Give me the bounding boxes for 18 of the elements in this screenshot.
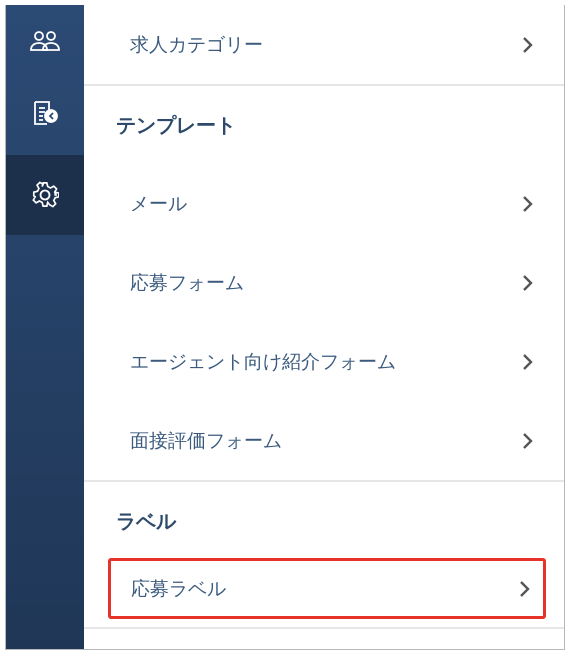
chevron-icon bbox=[519, 580, 531, 598]
chevron-icon bbox=[522, 352, 534, 370]
menu-item[interactable]: 求人カテゴリー bbox=[84, 5, 564, 84]
chevron-icon bbox=[522, 194, 534, 212]
section-heading: テンプレート bbox=[116, 112, 236, 138]
highlighted-menu-item[interactable]: 応募ラベル bbox=[108, 558, 546, 619]
menu-item[interactable]: 応募フォーム bbox=[84, 243, 564, 322]
menu-item[interactable]: エージェント向け紹介フォーム bbox=[84, 322, 564, 401]
people-icon bbox=[30, 30, 60, 52]
menu-item[interactable]: メール bbox=[84, 164, 564, 243]
document-icon bbox=[31, 99, 59, 127]
settings-icon bbox=[31, 181, 59, 209]
section-heading: ラベル bbox=[116, 508, 176, 534]
menu-item[interactable]: 面接評価フォーム bbox=[84, 401, 564, 480]
nav-button[interactable] bbox=[6, 155, 84, 235]
chevron-icon bbox=[522, 432, 534, 450]
chevron-icon bbox=[522, 274, 534, 292]
chevron-icon bbox=[522, 36, 534, 54]
